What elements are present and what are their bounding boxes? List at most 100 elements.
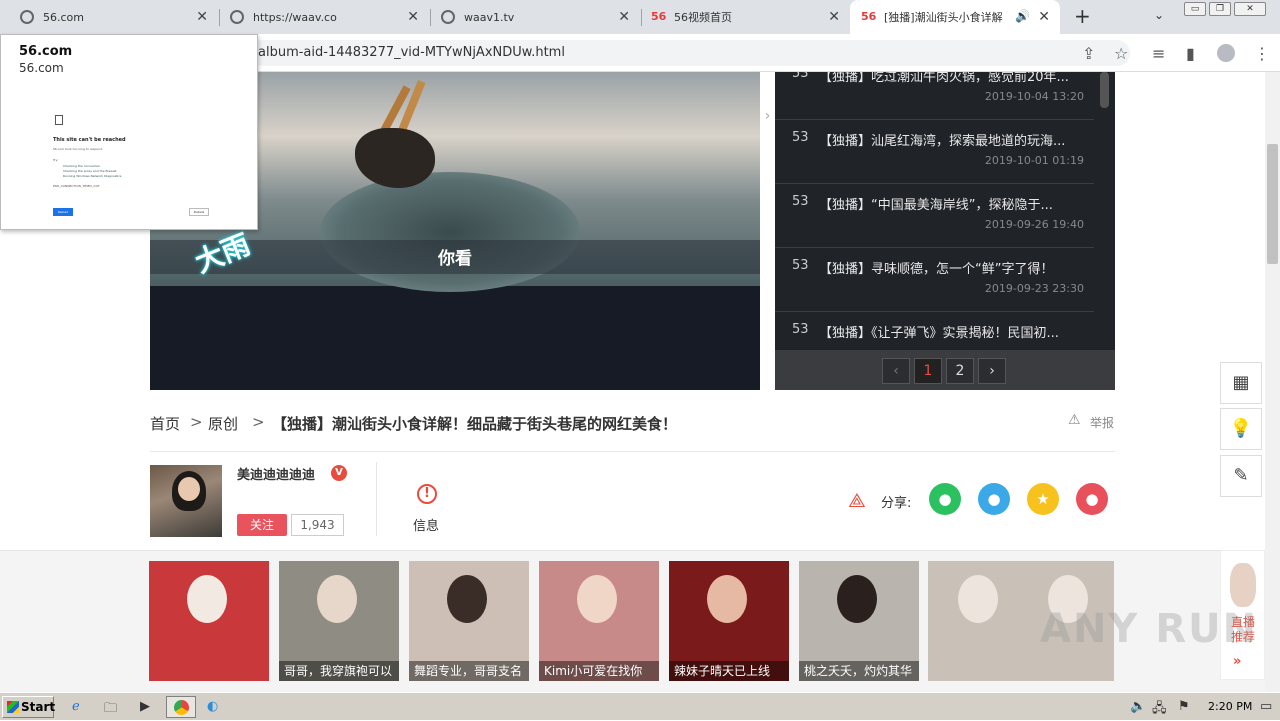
rec-thumb-figure [958,575,998,623]
uploader-name[interactable]: 美迪迪迪迪迪 [237,464,315,483]
rec-thumb-figure [577,575,617,623]
details-button: Details [189,208,209,216]
playlist-scrollbar[interactable] [1100,72,1109,108]
uploader-avatar[interactable] [150,465,222,537]
rec-thumb-figure [447,575,487,623]
page-2-button[interactable]: 2 [946,358,974,384]
info-label[interactable]: 信息 [413,515,439,534]
bookmark-star-icon[interactable]: ☆ [1114,44,1128,63]
minimize-button[interactable]: ▭ [1184,2,1206,16]
close-tab-icon[interactable]: ✕ [618,9,630,25]
rec-card[interactable]: 哥哥，我穿旗袍可以 [279,561,399,681]
rec-caption: 辣妹子晴天已上线 [669,661,789,681]
rec-card[interactable]: 桃之夭夭，灼灼其华 [799,561,919,681]
tab-56-home[interactable]: 56 56视频首页 ✕ [640,0,850,34]
media-control-icon[interactable]: ≡ [1152,44,1165,63]
error-page-thumbnail: This site can't be reached 56.com took t… [53,115,213,225]
tab-waav1-tv[interactable]: waav1.tv ✕ [421,0,640,34]
divider [150,451,1115,452]
breadcrumb-category[interactable]: 原创 [208,413,238,434]
rec-caption: 哥哥，我穿旗袍可以 [279,661,399,681]
follow-button[interactable]: 关注 [237,514,287,536]
taskbar-clock: 2:20 PM [1208,700,1253,713]
error-body: 56.com took too long to respond. [53,147,103,151]
taskbar: Start ℯ 🗀 ▶ ◐ 🔈 🖧 ⚑ 2:20 PM ▭ [0,692,1280,720]
reload-button: Reload [53,208,73,216]
tab-56com[interactable]: 56.com ✕ [0,0,218,34]
share-icon: ⟁ [848,488,866,512]
qzone-share-button[interactable]: ★ [1027,483,1059,515]
maximize-button[interactable]: ❐ [1209,2,1231,16]
profile-icon[interactable] [1217,44,1235,62]
breadcrumb-home[interactable]: 首页 [150,413,180,434]
share-label: 分享: [881,496,912,511]
food-image [355,128,435,188]
rec-card[interactable]: 舞蹈专业，哥哥支名 [409,561,529,681]
popup-subtitle: 56.com [19,61,64,75]
report-link[interactable]: 举报 [1090,414,1114,431]
edit-icon[interactable]: ✎ [1220,455,1262,497]
close-tab-icon[interactable]: ✕ [1038,9,1050,25]
chrome-taskbar-button[interactable] [166,696,196,718]
error-try: Try: [53,158,59,162]
page-scrollbar[interactable] [1265,72,1280,692]
qr-code-icon[interactable]: ▦ [1220,362,1262,404]
playlist-item[interactable]: 53 【独播】“中国最美海岸线”，探秘隐于... 2019-09-26 19:4… [775,184,1094,248]
info-icon[interactable]: ! [417,484,437,504]
rec-card[interactable] [149,561,269,681]
error-code: ERR_CONNECTION_TIMED_OUT [53,184,100,188]
edge-icon[interactable]: ◐ [207,699,218,714]
scrollbar-thumb[interactable] [1267,144,1278,264]
new-tab-button[interactable]: + [1074,4,1091,28]
logo-56-icon: 56 [861,10,877,23]
playlist-panel: 53 【独播】吃过潮汕牛肉火锅，感觉前20年... 2019-10-04 13:… [775,72,1115,390]
action-center-icon[interactable]: ⚑ [1178,699,1190,714]
qq-share-button[interactable]: ● [978,483,1010,515]
page-1-button[interactable]: 1 [914,358,942,384]
lightbulb-icon[interactable]: 💡 [1220,408,1262,450]
error-suggestion: Checking the proxy and the firewall [63,169,117,173]
live-avatar [1230,563,1256,607]
share-page-icon[interactable]: ⇪ [1082,44,1095,63]
playlist-item[interactable]: 53 【独播】寻味顺德，怎一个“鲜”字了得！ 2019-09-23 23:30 [775,248,1094,312]
tab-preview-popup[interactable]: 56.com 56.com This site can't be reached… [0,34,258,230]
volume-icon[interactable]: 🔈 [1130,699,1146,714]
media-player-icon[interactable]: ▶ [140,699,150,714]
chevron-right-icon: > [252,413,265,431]
folder-icon[interactable]: 🗀 [104,699,117,721]
close-tab-icon[interactable]: ✕ [407,9,419,25]
globe-icon [441,10,455,24]
audio-icon[interactable]: 🔊 [1015,9,1030,23]
prev-page-button[interactable]: ‹ [882,358,910,384]
windows-logo-icon [7,701,19,713]
globe-icon [20,10,34,24]
double-chevron-icon[interactable]: » [1233,654,1241,669]
rec-caption: 舞蹈专业，哥哥支名 [409,661,529,681]
playlist-toggle-button[interactable]: › [760,102,775,130]
close-tab-icon[interactable]: ✕ [828,9,840,25]
rec-card[interactable]: Kimi小可爱在找你 [539,561,659,681]
start-button[interactable]: Start [2,696,55,718]
wechat-share-button[interactable]: ● [929,483,961,515]
tab-active-video[interactable]: 56 [独播]潮汕街头小食详解 🔊 ✕ [850,0,1060,34]
tab-waav-co[interactable]: https://waav.co ✕ [210,0,429,34]
ie-icon[interactable]: ℯ [72,699,80,714]
playlist-item[interactable]: 53 【独播】吃过潮汕牛肉火锅，感觉前20年... 2019-10-04 13:… [775,72,1094,120]
rec-card[interactable]: 辣妹子晴天已上线 [669,561,789,681]
document-icon [55,115,63,125]
playlist-item[interactable]: 53 【独播】汕尾红海湾，探索最地道的玩海... 2019-10-01 01:1… [775,120,1094,184]
tab-search-icon[interactable]: ⌄ [1154,8,1164,22]
network-icon[interactable]: 🖧 [1152,699,1167,721]
weibo-share-button[interactable]: ● [1076,483,1108,515]
url-field[interactable]: album-aid-14483277_vid-MTYwNjAxNDUw.html [250,40,1130,66]
show-desktop-icon[interactable]: ▭ [1260,699,1272,714]
close-tab-icon[interactable]: ✕ [196,9,208,25]
menu-kebab-icon[interactable]: ⋮ [1254,44,1270,63]
playlist-pager: ‹ 1 2 › [775,350,1115,390]
follower-count: 1,943 [291,514,344,536]
tab-bar: 56.com ✕ https://waav.co ✕ waav1.tv ✕ 56… [0,0,1280,34]
avatar-face [178,477,200,501]
close-window-button[interactable]: ✕ [1234,2,1266,16]
next-page-button[interactable]: › [978,358,1006,384]
side-panel-icon[interactable]: ▮ [1186,44,1195,63]
